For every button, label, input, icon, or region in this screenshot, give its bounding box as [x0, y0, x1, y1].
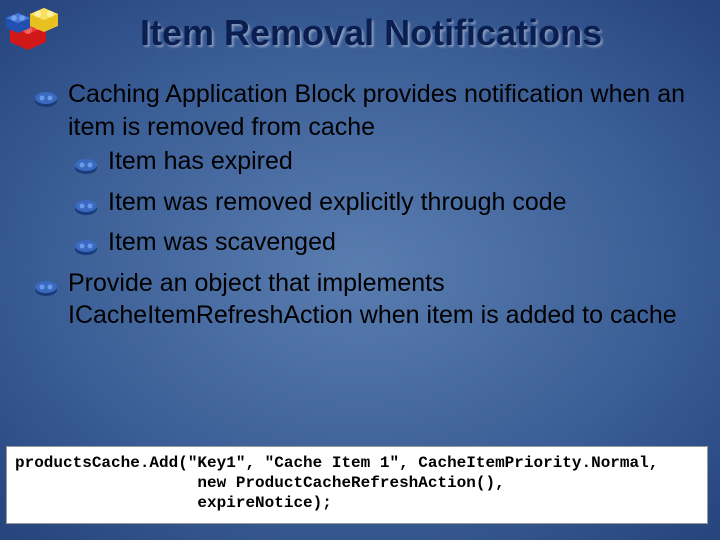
lego-logo: [6, 4, 64, 54]
bullet-level2: Item was scavenged: [30, 226, 702, 265]
bullet-text: Item was removed explicitly through code: [108, 186, 702, 219]
bullet-text: Item was scavenged: [108, 226, 702, 259]
slide-body: Caching Application Block provides notif…: [30, 78, 702, 334]
bullet-level1: Caching Application Block provides notif…: [30, 78, 702, 143]
bullet-level1: Provide an object that implements ICache…: [30, 267, 702, 332]
code-sample: productsCache.Add("Key1", "Cache Item 1"…: [6, 446, 708, 524]
bullet-brick-icon: [74, 151, 98, 184]
bullet-text: Provide an object that implements ICache…: [68, 267, 702, 332]
bullet-level2: Item has expired: [30, 145, 702, 184]
code-line: expireNotice);: [15, 494, 332, 512]
code-line: new ProductCacheRefreshAction(),: [15, 474, 505, 492]
slide-title: Item Removal Notifications: [140, 12, 700, 54]
bullet-brick-icon: [34, 84, 58, 117]
bullet-text: Item has expired: [108, 145, 702, 178]
bullet-brick-icon: [74, 232, 98, 265]
code-line: productsCache.Add("Key1", "Cache Item 1"…: [15, 454, 658, 472]
bullet-text: Caching Application Block provides notif…: [68, 78, 702, 143]
bullet-brick-icon: [74, 192, 98, 225]
bullet-level2: Item was removed explicitly through code: [30, 186, 702, 225]
bullet-brick-icon: [34, 273, 58, 306]
